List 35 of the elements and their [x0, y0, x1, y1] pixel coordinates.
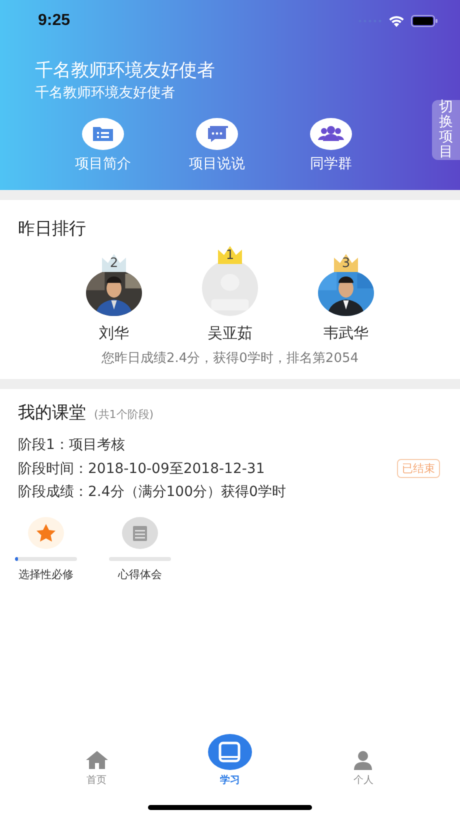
- section-title: 我的课堂: [18, 402, 86, 424]
- stage-info: 阶段1：项目考核: [18, 436, 125, 454]
- status-time: 9:25: [38, 12, 70, 30]
- module-button[interactable]: 心得体会: [108, 517, 172, 582]
- notepad-icon: [122, 517, 158, 549]
- person-icon: [353, 750, 374, 770]
- student-name: 吴亚茹: [208, 324, 252, 343]
- module-button[interactable]: 选择性必修: [14, 517, 78, 582]
- folder-list-icon: [82, 118, 124, 150]
- home-icon: [84, 750, 109, 770]
- student-name: 韦武华: [324, 324, 368, 343]
- student-name: 刘华: [99, 324, 129, 343]
- crown-badge: 1: [218, 246, 242, 264]
- chat-icon: [196, 118, 238, 150]
- crown-badge: 3: [334, 254, 358, 272]
- stage-info: 阶段成绩：2.4分（满分100分）获得0学时: [18, 483, 286, 501]
- stage-info: 阶段时间：2018-10-09至2018-12-31: [18, 460, 265, 478]
- tab-button[interactable]: 学习: [200, 734, 260, 787]
- tab-button[interactable]: 个人: [333, 750, 394, 787]
- status-tag: 已结束: [397, 459, 440, 478]
- section-title: 昨日排行: [18, 218, 87, 240]
- project-subtitle: 千名教师环境友好使者: [35, 84, 176, 102]
- shortcut-button[interactable]: 同学群: [290, 118, 372, 173]
- wifi-icon: [388, 15, 405, 27]
- crown-badge: 2: [102, 254, 126, 272]
- tab-button[interactable]: 首页: [66, 750, 127, 787]
- people-icon: [310, 118, 352, 150]
- switch-project-button[interactable]: 切换项目: [432, 100, 460, 160]
- score-summary: 您昨日成绩2.4分，获得0学时，排名第2054: [100, 350, 360, 367]
- shortcut-button[interactable]: 项目说说: [176, 118, 258, 173]
- shortcut-button[interactable]: 项目简介: [62, 118, 144, 173]
- stage-count: (共1个阶段): [94, 407, 154, 422]
- battery-icon: [411, 15, 438, 27]
- project-title: 千名教师环境友好使者: [35, 59, 216, 82]
- book-icon: [208, 734, 252, 770]
